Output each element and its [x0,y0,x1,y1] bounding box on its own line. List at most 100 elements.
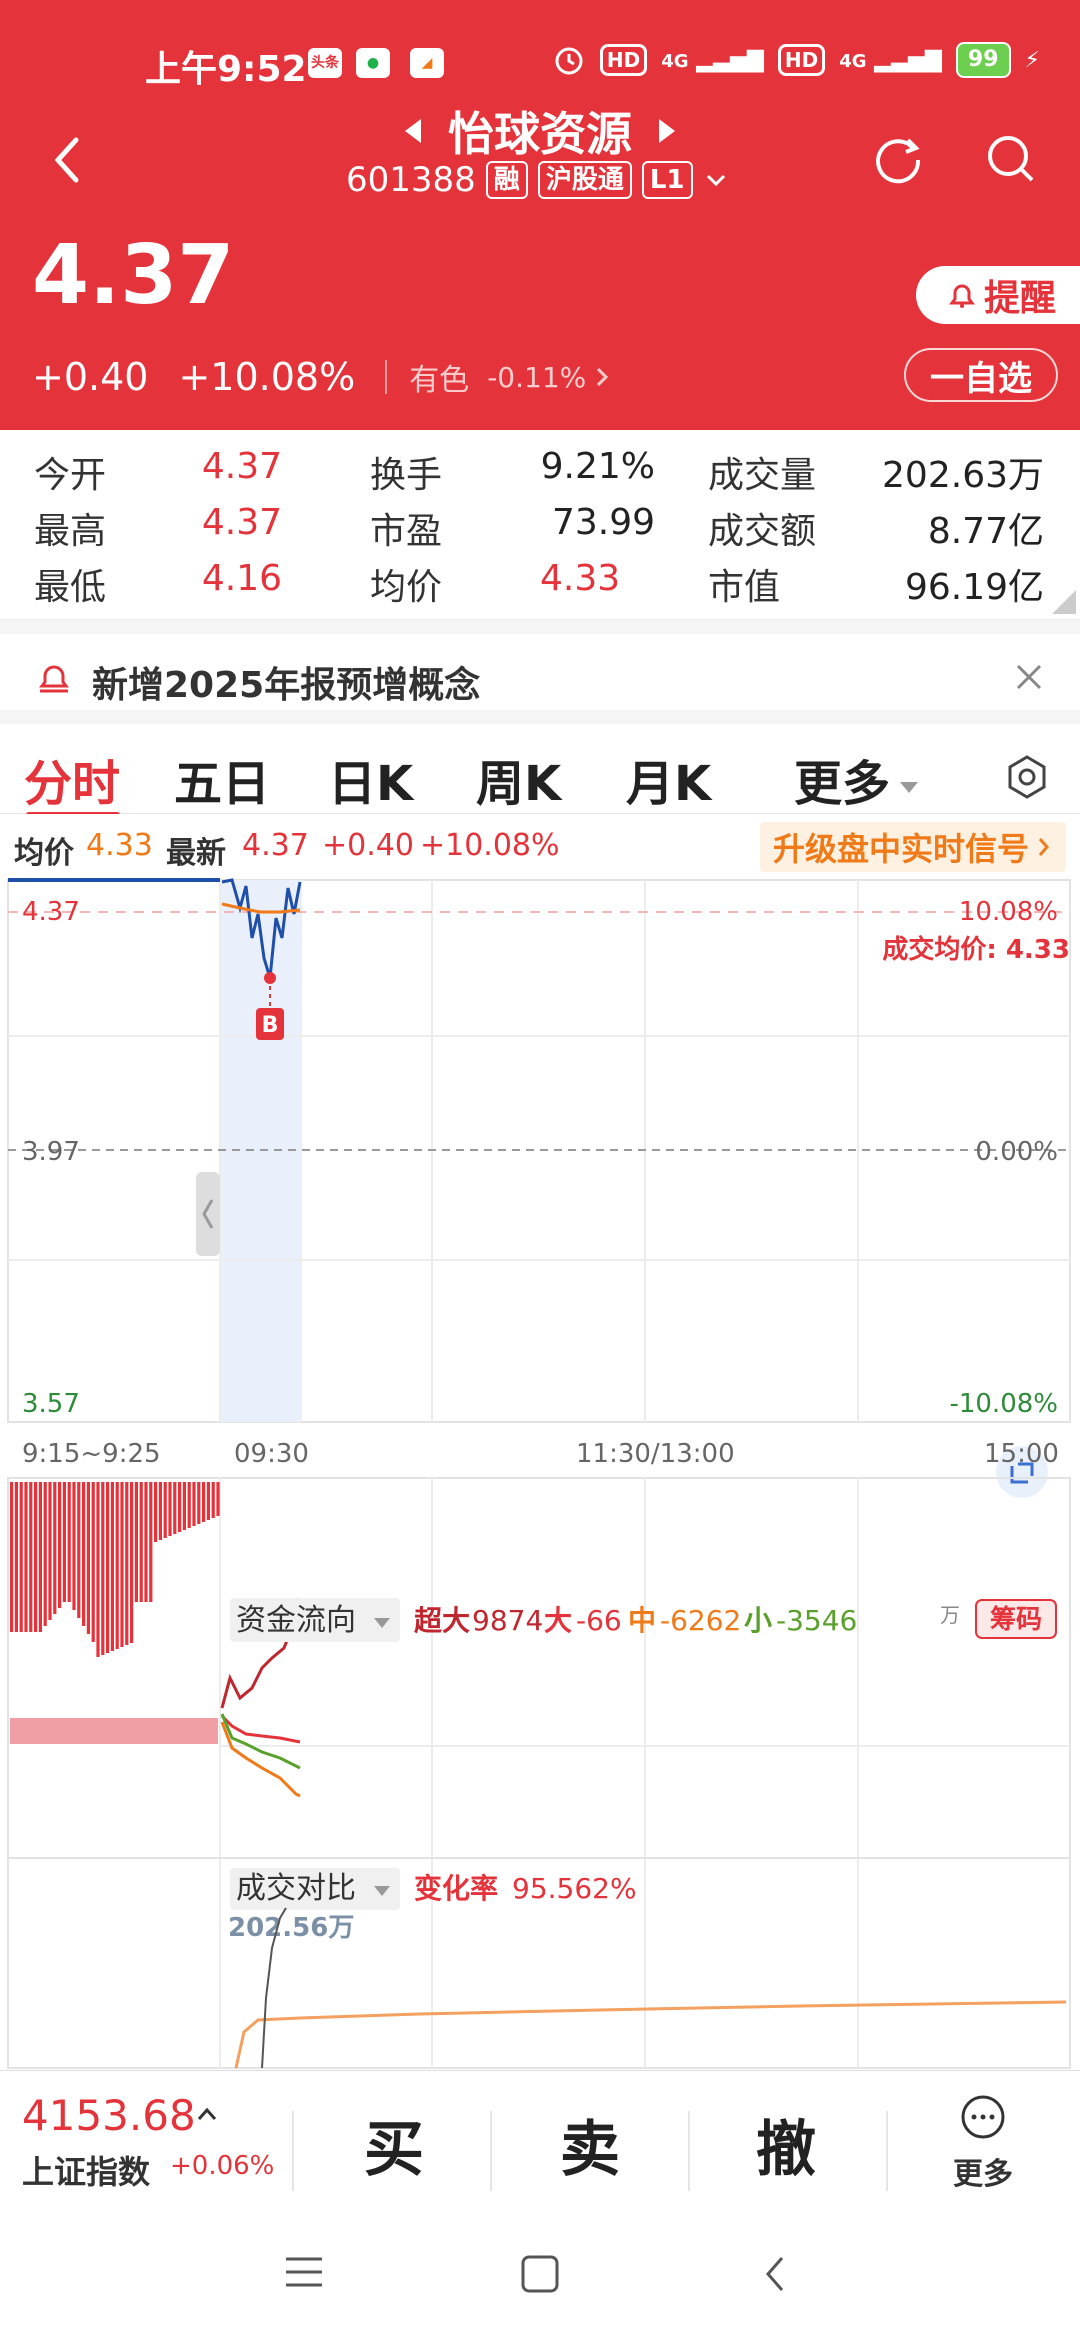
auction-bar [110,1482,114,1651]
auction-bar [34,1482,38,1632]
quote-row: 最高 4.37 市盈 73.99 成交额 8.77亿 [0,502,1080,558]
intraday-chart[interactable]: B 4.37 3.97 3.57 10.08% 成交均价: 4.33 0.00%… [0,878,1080,2070]
sector-name[interactable]: 有色 [409,355,469,399]
prev-stock-icon[interactable] [404,119,421,143]
auction-bar [187,1482,191,1528]
volume-label: 202.56万 [228,1913,354,1943]
tag-level: L1 [641,161,693,199]
status-indicators: HD 4G ▂▃▅▇ HD 4G ▂▃▅▇ 99 ⚡ [552,42,1040,78]
auction-base-bars [10,1718,218,1744]
next-stock-icon[interactable] [659,119,676,143]
sector-change[interactable]: -0.11% [487,361,586,394]
big-label: 大 [544,1604,572,1637]
index-change: +0.06% [170,2151,275,2181]
time-label: 11:30/13:00 [576,1439,735,1469]
index-name[interactable]: 上证指数 [22,2147,150,2193]
back-nav-icon[interactable] [760,2254,790,2294]
time-label: 9:15~9:25 [22,1439,161,1469]
label-volume: 成交量 [708,455,817,496]
auction-bar [206,1482,210,1520]
index-value[interactable]: 4153.68 [22,2091,196,2140]
collapse-handle[interactable] [196,1172,220,1256]
auction-bar [178,1482,182,1532]
auction-bar [58,1482,62,1608]
stock-name: 怡球资源 [448,107,632,161]
concept-notice[interactable]: 新增2025年报预增概念 [0,620,1080,710]
tab-more[interactable]: 更多 [794,744,919,814]
chevron-right-icon[interactable] [592,363,614,391]
alarm-icon [555,47,583,75]
auction-bar [168,1482,172,1536]
super-label: 超大 [414,1604,470,1637]
auction-bar [182,1482,186,1530]
refresh-icon[interactable] [868,128,928,188]
settings-icon[interactable] [1004,754,1050,800]
value-open: 4.37 [201,446,282,487]
super-value: 9874 [472,1604,543,1637]
tab-weekly-k[interactable]: 周K [476,744,561,814]
remove-watchlist-button[interactable]: 一自选 [904,348,1058,402]
label-high: 最高 [34,511,107,552]
quote-row: 最低 4.16 均价 4.33 市值 96.19亿 [0,558,1080,614]
caret-down-icon [900,781,919,793]
auction-bar [24,1482,28,1632]
chevron-down-icon[interactable] [703,167,729,193]
toutiao-icon: 头条 [308,48,342,78]
close-icon[interactable] [1012,660,1046,694]
big-value: -66 [576,1604,622,1637]
mid-value: -6262 [660,1604,741,1637]
auction-bar [149,1482,153,1602]
auction-bar [48,1482,52,1620]
more-button[interactable]: 更多 [940,2093,1026,2193]
chevron-up-icon[interactable] [196,2105,218,2123]
tab-monthly-k[interactable]: 月K [626,744,711,814]
code-row: 601388 融 沪股通 L1 [346,160,729,200]
remind-button[interactable]: 提醒 [916,266,1080,324]
tag-margin: 融 [485,161,528,199]
value-amount: 8.77亿 [927,511,1044,552]
buy-marker-dot [264,972,276,984]
wechat-icon: ● [356,48,390,78]
tab-intraday[interactable]: 分时 [24,744,120,814]
upgrade-signal-button[interactable]: 升级盘中实时信号 [760,822,1066,872]
stock-header: 上午9:52 头条 ● ◢ HD 4G ▂▃▅▇ HD 4G ▂▃▅▇ 99 ⚡… [0,0,1080,430]
avg-label: 均价 [14,836,74,871]
auction-bar [192,1482,196,1526]
alarm-bell-icon [948,284,975,308]
expand-corner-icon[interactable] [1052,590,1076,614]
auction-bar [53,1482,57,1614]
rate-label: 变化率 [414,1872,498,1905]
tab-daily-k[interactable]: 日K [328,744,413,814]
auction-bar [77,1482,81,1618]
auction-bar [158,1482,162,1540]
pct-label-bottom: -10.08% [949,1389,1058,1419]
auction-bar [101,1482,105,1655]
sell-button[interactable]: 卖 [560,2101,620,2188]
cancel-order-button[interactable]: 撤 [756,2101,816,2188]
charging-icon: ⚡ [1024,47,1040,73]
chevron-right-icon [1038,838,1049,856]
auction-bar [10,1482,14,1632]
value-market-cap: 96.19亿 [904,567,1044,608]
auction-bar [173,1482,177,1534]
menu-icon[interactable] [284,2254,324,2290]
money-flow-title: 资金流向 [236,1603,356,1638]
more-icon [961,2095,1005,2139]
chart-canvas[interactable]: B 4.37 3.97 3.57 10.08% 成交均价: 4.33 0.00%… [0,878,1080,2070]
search-icon[interactable] [980,128,1040,188]
auction-volume-bars [10,1482,220,1744]
chart-info-row: 均价 4.33 最新 4.37 +0.40 +10.08% 升级盘中实时信号 [0,814,1080,878]
tab-five-day[interactable]: 五日 [174,744,270,814]
tag-connect: 沪股通 [537,161,632,199]
auction-bar [216,1482,220,1516]
change-row: +0.40 +10.08% 有色 -0.11% [32,355,614,399]
sub-panel-frame [7,1477,1071,2069]
label-avg: 均价 [370,567,443,608]
quote-grid: 今开 4.37 换手 9.21% 成交量 202.63万 最高 4.37 市盈 … [0,430,1080,620]
home-icon[interactable] [520,2254,560,2294]
auction-bar [106,1482,110,1653]
trade-bar: 4153.68 上证指数 +0.06% 买 卖 撤 更多 [0,2070,1080,2210]
auction-bar [144,1482,148,1602]
y-label-top: 4.37 [22,897,80,927]
buy-button[interactable]: 买 [364,2101,424,2188]
